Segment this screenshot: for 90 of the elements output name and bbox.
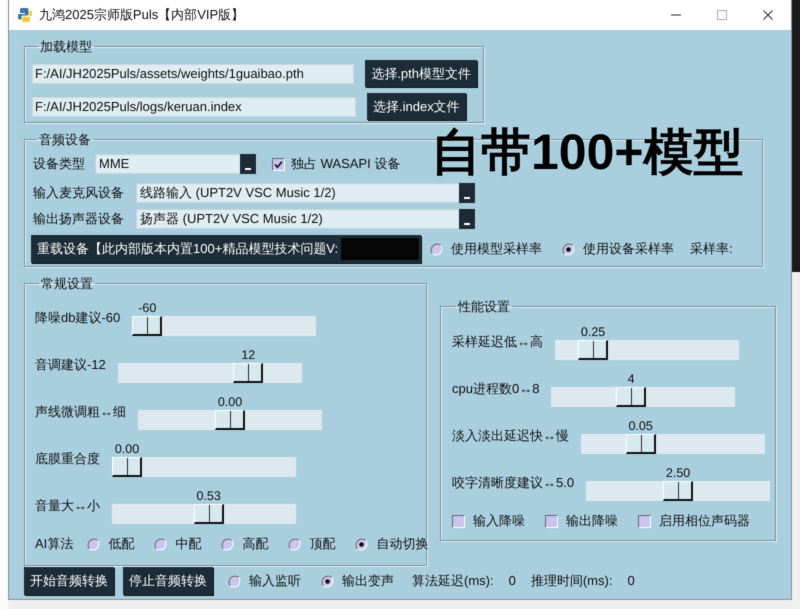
slider-value: 12 [241, 347, 256, 363]
sample-rate-label: 采样率: [690, 241, 733, 257]
radio-button[interactable] [228, 574, 241, 588]
slider-label: 降噪db建议-60 [35, 310, 120, 326]
radio-label[interactable]: 顶配 [309, 536, 336, 552]
radio-label[interactable]: 输出变声 [342, 573, 394, 589]
slider-label: 音量大↔小 [35, 498, 100, 514]
checkbox-label[interactable]: 输入降噪 [473, 513, 525, 529]
close-icon[interactable] [763, 10, 773, 20]
slider-thumb[interactable] [215, 410, 245, 430]
slider-value: 0.25 [580, 324, 606, 340]
dropdown[interactable]: 扬声器 (UPT2V VSC Music 1/2) [136, 209, 476, 229]
reload-device-button[interactable]: 重载设备【此内部版本内置100+精品模型技术问题V: [31, 235, 422, 263]
radio-label[interactable]: 使用模型采样率 [451, 241, 542, 257]
select-file-button[interactable]: 选择.index文件 [367, 93, 466, 120]
slider-value: 4 [628, 371, 635, 387]
slider-value: 0.00 [218, 394, 242, 410]
checkbox-label[interactable]: 输出降噪 [566, 513, 618, 529]
slider-value: 0.53 [196, 488, 221, 504]
dropdown-toggle-icon[interactable] [240, 154, 256, 174]
slider-value: 0.00 [114, 441, 140, 457]
radio-label[interactable]: 使用设备采样率 [583, 241, 674, 257]
radio-button[interactable] [87, 538, 100, 550]
slider-label: 声线微调粗↔细 [35, 404, 126, 420]
radio-button[interactable] [221, 538, 234, 550]
panel-title: 性能设置 [456, 300, 511, 313]
slider-thumb[interactable] [194, 504, 224, 524]
checkbox[interactable] [452, 514, 465, 528]
algorithm-label: AI算法 [35, 536, 74, 552]
slider-value: -60 [138, 300, 156, 316]
checkbox-label[interactable]: 独占 WASAPI 设备 [291, 156, 400, 172]
slider-track[interactable] [586, 481, 770, 501]
slider-thumb[interactable] [233, 363, 264, 383]
checkbox[interactable] [272, 158, 285, 170]
checkbox-label[interactable]: 启用相位声码器 [659, 513, 750, 529]
stat-value: 0 [627, 573, 635, 589]
radio-label[interactable]: 输入监听 [249, 573, 301, 589]
field-label: 输入麦克风设备 [33, 185, 124, 201]
checkbox[interactable] [638, 514, 651, 528]
panel-title: 常规设置 [40, 277, 94, 290]
file-path-field[interactable]: F:/AI/JH2025Puls/logs/keruan.index [32, 96, 356, 116]
radio-button[interactable] [154, 538, 168, 550]
slider-label: 底膜重合度 [35, 451, 100, 467]
radio-label[interactable]: 高配 [242, 536, 268, 552]
slider-label: 音调建议-12 [35, 357, 106, 373]
slider-track[interactable] [581, 434, 765, 454]
slider-thumb[interactable] [578, 340, 608, 360]
dropdown-toggle-icon[interactable] [459, 183, 475, 203]
field-label: 输出扬声器设备 [33, 211, 124, 227]
slider-track[interactable] [118, 363, 302, 383]
action-button[interactable]: 开始音频转换 [24, 567, 114, 595]
file-path-field[interactable]: F:/AI/JH2025Puls/assets/weights/1guaibao.pth [32, 64, 354, 84]
slider-thumb[interactable] [626, 434, 656, 454]
slider-value: 0.05 [628, 418, 653, 434]
slider-thumb[interactable] [132, 316, 162, 336]
slider-track[interactable] [138, 410, 322, 430]
slider-track[interactable] [132, 316, 316, 336]
radio-button[interactable] [288, 538, 302, 550]
promo-overlay-text: 自带100+模型 [431, 127, 744, 177]
panel-title: 加载模型 [39, 40, 93, 53]
slider-track[interactable] [555, 340, 739, 360]
radio-button[interactable] [355, 538, 368, 550]
action-button[interactable]: 停止音频转换 [123, 567, 213, 595]
slider-thumb[interactable] [112, 457, 142, 477]
slider-value: 2.50 [666, 465, 690, 481]
stat-label: 推理时间(ms): [530, 573, 612, 589]
stat-value: 0 [508, 573, 516, 589]
dropdown[interactable]: 线路输入 (UPT2V VSC Music 1/2) [136, 183, 476, 203]
slider-label: 淡入淡出延迟快↔慢 [452, 428, 569, 444]
slider-thumb[interactable] [616, 387, 646, 407]
radio-label[interactable]: 中配 [175, 536, 202, 552]
dropdown-toggle-icon[interactable] [459, 209, 475, 229]
field-label: 设备类型 [33, 156, 85, 172]
radio-label[interactable]: 低配 [108, 536, 134, 552]
select-file-button[interactable]: 选择.pth模型文件 [365, 60, 477, 87]
radio-button[interactable] [321, 574, 334, 588]
panel-title: 音频设备 [38, 133, 92, 146]
window-title: 九鸿2025宗师版Puls【内部VIP版】 [39, 7, 244, 23]
stat-label: 算法延迟(ms): [412, 573, 494, 589]
checkbox[interactable] [545, 514, 558, 528]
slider-thumb[interactable] [663, 481, 694, 501]
dropdown[interactable]: MME [95, 154, 257, 174]
slider-label: 采样延迟低↔高 [452, 334, 543, 350]
slider-label: 咬字清晰度建议↔5.0 [452, 475, 574, 491]
radio-label[interactable]: 自动切换 [376, 536, 428, 552]
slider-label: cpu进程数0↔8 [452, 381, 540, 397]
slider-track[interactable] [112, 457, 296, 477]
slider-track[interactable] [112, 504, 296, 524]
app-logo-icon [17, 7, 33, 23]
slider-track[interactable] [551, 387, 736, 407]
